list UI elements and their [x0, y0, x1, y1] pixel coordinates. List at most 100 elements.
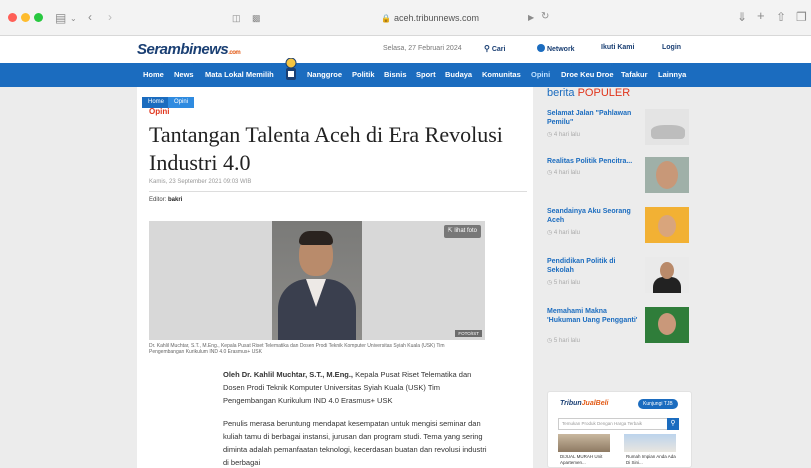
popular-item[interactable]: Realitas Politik Pencitra... ◷ 4 hari la…: [547, 157, 692, 205]
popular-item-thumbnail[interactable]: [645, 257, 689, 293]
lock-icon: 🔒: [380, 14, 391, 23]
minimize-window-button[interactable]: [21, 13, 30, 22]
time-text: 4 hari lalu: [553, 132, 580, 138]
popular-heading-b: POPULER: [577, 87, 631, 99]
popular-item-time: ◷ 4 hari lalu: [547, 131, 580, 138]
popular-item-title[interactable]: Realitas Politik Pencitra...: [547, 157, 642, 166]
product-image: [624, 434, 676, 452]
article-date: Kamis, 23 September 2021 09:03 WIB: [149, 179, 252, 185]
popular-item-title[interactable]: Selamat Jalan "Pahlawan Pemilu": [547, 109, 642, 127]
breadcrumb-opini[interactable]: Opini: [168, 97, 195, 108]
close-window-button[interactable]: [8, 13, 17, 22]
network-label: Network: [546, 46, 575, 53]
article-paragraph: Penulis merasa beruntung mendapat kesemp…: [223, 419, 487, 467]
popular-item-thumbnail[interactable]: [645, 109, 689, 145]
main-nav: Home News Mata Lokal Memilih Nanggroe Po…: [0, 63, 811, 87]
nav-item-opini[interactable]: Opini: [531, 70, 550, 79]
url-text: aceh.tribunnews.com: [393, 13, 479, 23]
nav-item-budaya[interactable]: Budaya: [445, 70, 472, 79]
article-photo[interactable]: ⇱ lihat foto FOTO/IST: [149, 221, 485, 340]
product-image: [558, 434, 610, 452]
network-link[interactable]: Network: [537, 44, 575, 53]
nav-item-droe-keu-droe[interactable]: Droe Keu Droe: [561, 70, 614, 79]
forward-icon[interactable]: ›: [108, 11, 112, 23]
popular-item[interactable]: Pendidikan Politik di Sekolah ◷ 5 hari l…: [547, 257, 692, 305]
popular-item-time: ◷ 5 hari lalu: [547, 337, 580, 344]
zoom-window-button[interactable]: [34, 13, 43, 22]
editor-label: Editor:: [149, 197, 167, 203]
popular-item-time: ◷ 5 hari lalu: [547, 279, 580, 286]
product-card[interactable]: DIJUAL MURAH Unit Apartemen...: [558, 434, 610, 468]
expand-icon: ⇱: [447, 228, 453, 234]
marketplace-logo-b: JualBeli: [581, 400, 609, 407]
nav-item-tafakur[interactable]: Tafakur: [621, 70, 648, 79]
nav-item-komunitas[interactable]: Komunitas: [482, 70, 521, 79]
search-icon: ⚲: [670, 420, 676, 427]
address-bar[interactable]: 🔒 aceh.tribunnews.com: [300, 8, 560, 28]
reader-icon[interactable]: ▩: [252, 12, 261, 24]
new-tab-icon[interactable]: +: [757, 9, 765, 22]
browser-toolbar: ▤ ⌄ ‹ › ◫ ▩ 🔒 aceh.tribunnews.com ▶ ↻ ⇓ +…: [0, 0, 811, 36]
shield-icon[interactable]: ◫: [232, 12, 241, 24]
popular-item-time: ◷ 4 hari lalu: [547, 169, 580, 176]
view-photo-button[interactable]: ⇱ lihat foto: [443, 225, 481, 238]
marketplace-search-input[interactable]: Temukan Produk Dengan Harga Terbaik: [558, 418, 678, 430]
popular-item[interactable]: Memahami Makna 'Hukuman Uang Pengganti' …: [547, 307, 692, 355]
nav-item-nanggroe[interactable]: Nanggroe: [307, 70, 342, 79]
thumbnail-face: [656, 161, 678, 189]
nav-item-lainnya[interactable]: Lainnya: [658, 70, 686, 79]
visit-marketplace-button[interactable]: Kunjungi TJB: [638, 399, 678, 409]
marketplace-logo-a: Tribun: [560, 400, 582, 407]
nav-item-sport[interactable]: Sport: [416, 70, 436, 79]
logo-suffix: .com: [228, 50, 241, 56]
thumbnail-body: [653, 277, 681, 293]
chevron-down-icon[interactable]: ⌄: [70, 13, 77, 25]
nav-item-mata-lokal[interactable]: Mata Lokal Memilih: [205, 70, 274, 79]
time-text: 5 hari lalu: [553, 338, 580, 344]
time-text: 4 hari lalu: [553, 170, 580, 176]
time-text: 5 hari lalu: [553, 280, 580, 286]
tabs-icon[interactable]: ❐: [796, 11, 807, 23]
nav-item-politik[interactable]: Politik: [352, 70, 375, 79]
marketplace-logo[interactable]: TribunJualBeli: [560, 400, 609, 407]
popular-item[interactable]: Selamat Jalan "Pahlawan Pemilu" ◷ 4 hari…: [547, 109, 692, 157]
popular-item-thumbnail[interactable]: [645, 207, 689, 243]
popular-item-time: ◷ 4 hari lalu: [547, 229, 580, 236]
back-icon[interactable]: ‹: [88, 11, 92, 23]
popular-item-thumbnail[interactable]: [645, 307, 689, 343]
search-link[interactable]: ⚲ Cari: [484, 44, 505, 53]
follow-link[interactable]: Ikuti Kami: [601, 44, 634, 51]
site-logo[interactable]: Serambinews.com: [137, 41, 241, 58]
nav-item-home[interactable]: Home: [143, 70, 164, 79]
login-link[interactable]: Login: [662, 44, 681, 51]
header-date: Selasa, 27 Februari 2024: [383, 45, 462, 52]
article-title: Tantangan Talenta Aceh di Era Revolusi I…: [149, 122, 503, 175]
share-icon[interactable]: ⇧: [776, 11, 786, 23]
clock-icon: ◷: [547, 338, 553, 344]
translate-icon[interactable]: ▶: [528, 12, 534, 24]
download-icon[interactable]: ⇓: [737, 11, 747, 23]
photo-caption: Dr. Kahlil Muchtar, S.T., M.Eng., Kepala…: [149, 343, 445, 355]
popular-item-title[interactable]: Pendidikan Politik di Sekolah: [547, 257, 642, 275]
reload-icon[interactable]: ↻: [541, 11, 549, 23]
marketplace-search-button[interactable]: ⚲: [667, 418, 679, 430]
popular-item-title[interactable]: Memahami Makna 'Hukuman Uang Pengganti': [547, 307, 642, 325]
popular-heading-a: berita: [547, 87, 575, 99]
clock-icon: ◷: [547, 280, 553, 286]
thumbnail-face: [660, 262, 674, 279]
editor-name: bakri: [168, 197, 183, 203]
nav-item-bisnis[interactable]: Bisnis: [384, 70, 407, 79]
popular-item[interactable]: Seandainya Aku Seorang Aceh ◷ 4 hari lal…: [547, 207, 692, 255]
popular-item-thumbnail[interactable]: [645, 157, 689, 193]
sidebar-icon[interactable]: ▤: [55, 12, 66, 24]
thumbnail-face: [658, 215, 676, 237]
portrait-image: [272, 221, 362, 340]
marketplace-widget: TribunJualBeli Kunjungi TJB Temukan Prod…: [547, 391, 692, 468]
popular-sidebar: berita POPULER Selamat Jalan "Pahlawan P…: [547, 87, 692, 468]
product-card[interactable]: Rumah Impian Anda Ada Di Sini...: [624, 434, 676, 468]
popular-item-title[interactable]: Seandainya Aku Seorang Aceh: [547, 207, 642, 225]
nav-item-news[interactable]: News: [174, 70, 194, 79]
search-label: Cari: [491, 46, 506, 53]
article-kicker[interactable]: Opini: [149, 107, 169, 116]
clock-icon: ◷: [547, 230, 553, 236]
